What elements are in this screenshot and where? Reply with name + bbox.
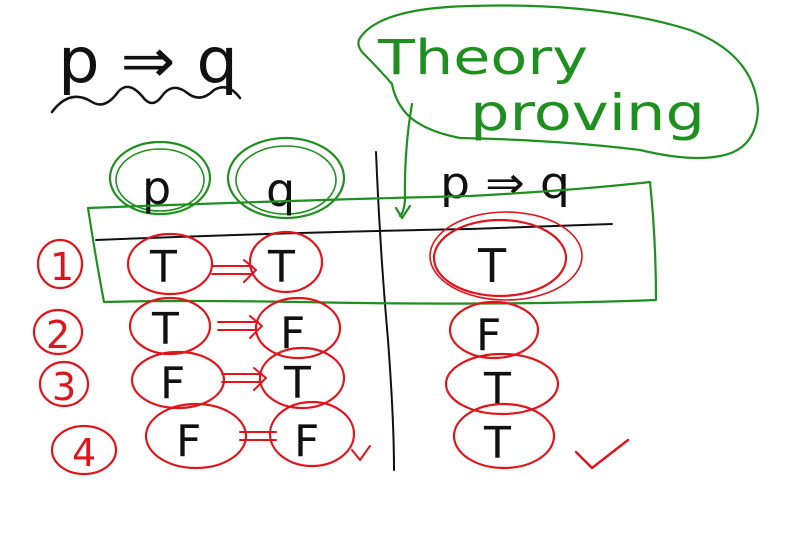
table-vertical-rule [375, 151, 395, 471]
check-mark-icon [574, 438, 630, 470]
note-line-2: proving [470, 84, 705, 142]
row-number: 1 [50, 245, 74, 289]
header-implication: p ⇒ q [440, 158, 570, 209]
note-bubble-tail [394, 102, 414, 220]
check-mark-icon [351, 445, 371, 461]
cell-result: T [483, 418, 511, 469]
note-line-1: Theory [377, 30, 588, 86]
table-row: 2 T F F [32, 296, 540, 361]
row-number: 2 [46, 313, 70, 357]
cell-result: T [483, 364, 511, 415]
drawing-surface: p ⇒ q Theory proving p q p ⇒ q 1 T T T 2… [32, 4, 760, 476]
row-number: 4 [72, 431, 96, 475]
header-q: q [266, 163, 295, 217]
row-number: 3 [52, 365, 76, 409]
title-formula: p ⇒ q [50, 24, 242, 114]
cell-p: F [160, 358, 185, 409]
cell-p: T [151, 304, 179, 355]
whiteboard-canvas: p ⇒ q Theory proving p q p ⇒ q 1 T T T 2… [0, 0, 786, 543]
table-row: 4 F F T [50, 400, 630, 476]
table-row: 1 T T T [36, 211, 583, 301]
truth-table-header: p q p ⇒ q [108, 136, 570, 220]
cell-result: T [477, 239, 507, 293]
title-formula-text: p ⇒ q [58, 24, 238, 97]
cell-q: T [267, 242, 295, 293]
cell-p: T [149, 242, 177, 293]
cell-p: F [176, 416, 201, 467]
cell-q: F [294, 416, 319, 467]
